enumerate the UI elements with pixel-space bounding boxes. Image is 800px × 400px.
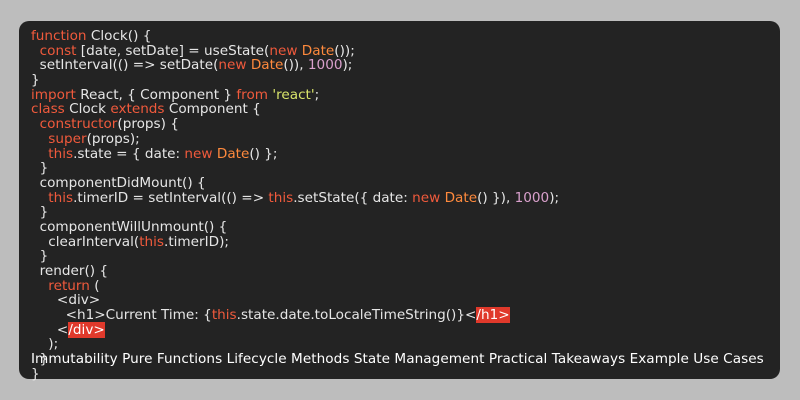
token-kw: new	[269, 42, 298, 59]
token-text: clearInterval(	[31, 233, 140, 250]
code-line: const [date, setDate] = useState(new Dat…	[31, 42, 559, 59]
code-line: setInterval(() => setDate(new Date()), 1…	[31, 58, 559, 73]
token-text: }	[31, 365, 40, 382]
code-line: <div>	[31, 293, 559, 308]
token-text: Component {	[164, 101, 261, 118]
code-line: }	[31, 73, 559, 88]
code-line: }	[31, 161, 559, 176]
token-kw: new	[218, 57, 247, 74]
token-kw: from	[236, 86, 269, 103]
token-fn: Date	[250, 57, 284, 74]
token-tag: /h1>	[476, 307, 510, 324]
token-kw: this	[139, 233, 164, 250]
code-line: import React, { Component } from 'react'…	[31, 86, 559, 103]
code-panel: function Clock() { const [date, setDate]…	[19, 21, 780, 382]
token-kw: this	[211, 307, 237, 324]
code-line: componentWillUnmount() {	[31, 220, 559, 235]
code-line: super(props);	[31, 130, 559, 147]
token-text: <h1>Current Time: {	[31, 307, 212, 324]
token-text: }	[31, 248, 49, 265]
code-line: }	[31, 365, 559, 382]
token-text: () };	[249, 145, 278, 162]
token-kw: new	[184, 145, 213, 162]
code-line: </div>	[31, 321, 559, 338]
token-text: ()),	[283, 57, 308, 74]
token-kw: this	[48, 145, 74, 162]
token-text: (	[89, 277, 100, 294]
code-line: this.timerID = setInterval(() => this.se…	[31, 189, 560, 206]
token-text: (props) {	[117, 116, 179, 133]
code-block: function Clock() { const [date, setDate]…	[31, 29, 559, 382]
token-text: );	[342, 57, 353, 74]
token-kw: this	[48, 189, 74, 206]
token-kw: extends	[110, 101, 165, 118]
token-text: .state = { date:	[73, 145, 185, 162]
code-line: }	[31, 205, 559, 220]
token-text: <	[31, 321, 69, 338]
token-text: Clock() {	[86, 28, 152, 44]
token-text: .state.date.toLocaleTimeString()}<	[236, 307, 477, 324]
code-line: function Clock() {	[31, 29, 559, 44]
token-kw: constructor	[39, 116, 118, 133]
token-kw: import	[31, 86, 76, 103]
token-text: componentWillUnmount() {	[31, 218, 228, 235]
token-kw: new	[412, 189, 441, 206]
token-kw: this	[268, 189, 294, 206]
token-fn: Date	[301, 42, 335, 59]
token-str: 'react'	[272, 86, 315, 103]
token-text: React, { Component }	[75, 86, 237, 103]
token-text: render() {	[31, 263, 109, 279]
token-fn: Date	[444, 189, 478, 206]
token-text: }	[31, 204, 49, 221]
token-text: }	[31, 72, 40, 89]
token-kw: class	[31, 101, 65, 118]
token-kw: const	[39, 42, 77, 59]
code-line: componentDidMount() {	[31, 176, 559, 191]
token-fn: Date	[216, 145, 250, 162]
token-text: Clock	[64, 101, 111, 118]
token-num: 1000	[514, 189, 550, 206]
token-kw: function	[31, 28, 87, 44]
token-tag: /div>	[68, 321, 105, 338]
token-text: );	[549, 189, 560, 206]
code-line: constructor(props) {	[31, 117, 559, 132]
code-line: );	[31, 337, 559, 352]
token-kw: return	[48, 277, 90, 294]
code-line: class Clock extends Component {	[31, 102, 559, 117]
token-text: (props);	[86, 130, 140, 147]
token-text: setInterval(() => setDate(	[31, 57, 219, 74]
token-kw: super	[48, 130, 87, 147]
topics-footer: Immutability Pure Functions Lifecycle Me…	[31, 351, 764, 367]
token-text: ;	[314, 86, 320, 103]
token-num: 1000	[307, 57, 343, 74]
token-text: [date, setDate] = useState(	[76, 42, 270, 59]
token-text: ());	[334, 42, 355, 59]
code-line: this.state = { date: new Date() };	[31, 145, 559, 162]
token-text: () }),	[477, 189, 515, 206]
token-text: .timerID = setInterval(() =>	[73, 189, 269, 206]
token-text: componentDidMount() {	[31, 174, 206, 191]
token-text: .setState({ date:	[293, 189, 413, 206]
token-text: }	[31, 160, 49, 177]
code-line: <h1>Current Time: {this.state.date.toLoc…	[31, 307, 559, 324]
token-text: .timerID);	[164, 233, 229, 250]
code-line: return (	[31, 277, 559, 294]
code-line: clearInterval(this.timerID);	[31, 233, 559, 250]
token-text: <div>	[31, 292, 101, 309]
code-line: }	[31, 249, 559, 264]
code-line: render() {	[31, 264, 559, 279]
